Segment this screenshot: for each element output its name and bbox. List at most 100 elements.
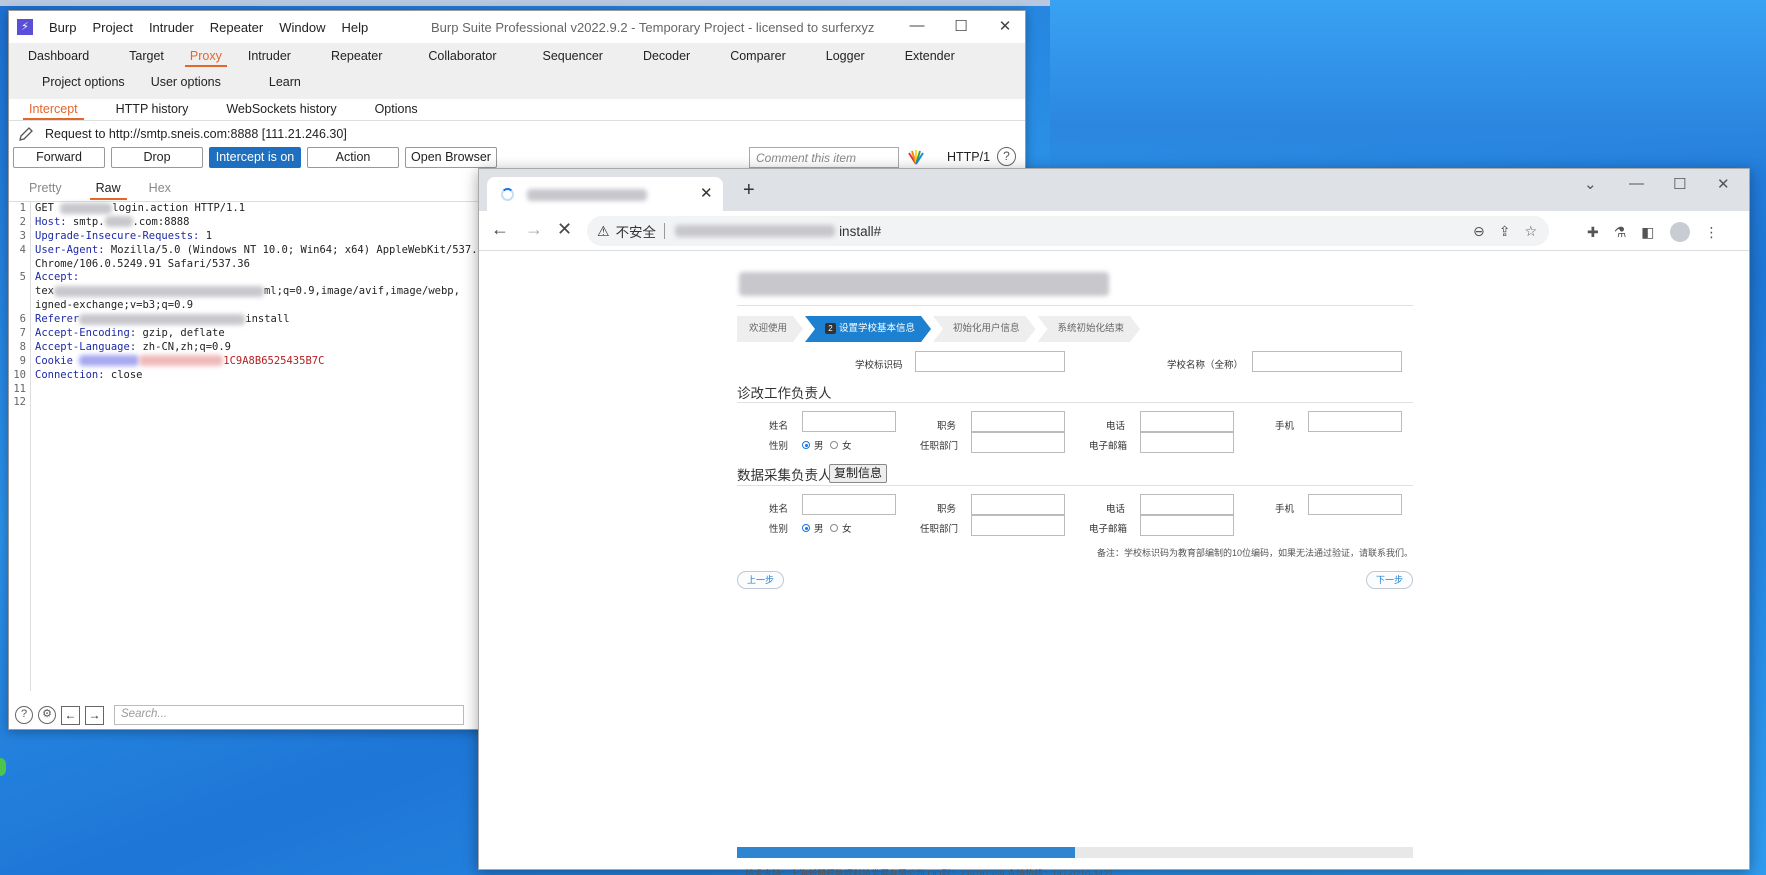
menu-window[interactable]: Window [279, 20, 325, 35]
open-browser-button[interactable]: Open Browser [405, 147, 497, 168]
tab-dashboard[interactable]: Dashboard [15, 45, 102, 71]
line-number: 2 [19, 215, 26, 228]
data-email-input[interactable] [1140, 515, 1234, 536]
lead-mobile-input[interactable] [1308, 411, 1402, 432]
address-bar[interactable]: ⚠ 不安全 install# ⊖ ⇪ ☆ [587, 216, 1549, 246]
lead-phone-input[interactable] [1140, 411, 1234, 432]
search-input[interactable]: Search... [114, 705, 464, 725]
gender-male-radio[interactable]: 男 [802, 438, 824, 452]
minimize-icon[interactable]: — [1629, 175, 1644, 192]
tab-http-history[interactable]: HTTP history [102, 99, 203, 120]
intercept-toggle-button[interactable]: Intercept is on [209, 147, 301, 168]
forward-arrow-icon[interactable]: → [85, 705, 104, 725]
data-department-input[interactable] [971, 515, 1065, 536]
tab-comparer[interactable]: Comparer [717, 45, 799, 71]
side-panel-icon[interactable]: ◧ [1641, 224, 1654, 241]
redacted-cookie [79, 355, 140, 367]
tab-logger[interactable]: Logger [813, 45, 878, 71]
data-mobile-input[interactable] [1308, 494, 1402, 515]
share-icon[interactable]: ⇪ [1499, 223, 1511, 240]
tab-decoder[interactable]: Decoder [630, 45, 703, 71]
data-name-input[interactable] [802, 494, 896, 515]
help-icon[interactable]: ? [15, 706, 33, 724]
tab-intruder[interactable]: Intruder [235, 45, 304, 71]
tab-options[interactable]: Options [361, 99, 432, 120]
maximize-icon[interactable]: ☐ [951, 17, 971, 35]
tab-user-options[interactable]: User options [138, 71, 234, 97]
new-tab-icon[interactable]: + [743, 179, 755, 202]
desktop-edge-icon[interactable] [0, 758, 6, 776]
school-code-input[interactable] [915, 351, 1065, 372]
menu-project[interactable]: Project [92, 20, 132, 35]
security-label[interactable]: 不安全 [616, 221, 657, 241]
tab-target[interactable]: Target [116, 45, 177, 71]
data-phone-input[interactable] [1140, 494, 1234, 515]
drop-button[interactable]: Drop [111, 147, 203, 168]
tab-extender[interactable]: Extender [892, 45, 968, 71]
tab-websockets-history[interactable]: WebSockets history [212, 99, 350, 120]
forward-button[interactable]: Forward [13, 147, 105, 168]
section-data-lead: 数据采集负责人 [737, 468, 832, 483]
email-label: 电子邮箱 [1089, 524, 1128, 535]
back-arrow-icon[interactable]: ← [61, 705, 80, 725]
copy-info-button[interactable]: 复制信息 [829, 464, 888, 483]
menu-help[interactable]: Help [341, 20, 368, 35]
help-icon[interactable]: ? [997, 147, 1016, 166]
menu-burp[interactable]: Burp [49, 20, 76, 35]
zoom-icon[interactable]: ⊖ [1473, 223, 1485, 240]
bookmark-star-icon[interactable]: ☆ [1524, 223, 1537, 240]
lead-email-input[interactable] [1140, 432, 1234, 453]
menu-intruder[interactable]: Intruder [149, 20, 194, 35]
close-icon[interactable]: ✕ [995, 17, 1015, 35]
forward-icon[interactable]: → [525, 219, 543, 240]
maximize-icon[interactable]: ☐ [1673, 175, 1686, 193]
lead-name-input[interactable] [802, 411, 896, 432]
school-name-input[interactable] [1252, 351, 1402, 372]
tab-proxy[interactable]: Proxy [177, 45, 235, 71]
raw-request-text[interactable]: GET login.action HTTP/1.1 Host: smtp. .co… [35, 202, 541, 383]
tab-learn[interactable]: Learn [256, 71, 314, 97]
tab-close-icon[interactable]: ✕ [700, 184, 713, 202]
tab-raw[interactable]: Raw [82, 178, 135, 200]
url-text[interactable]: install# [839, 224, 881, 239]
tab-sequencer[interactable]: Sequencer [529, 45, 615, 71]
tab-repeater[interactable]: Repeater [318, 45, 395, 71]
stop-icon[interactable]: ✕ [557, 219, 572, 240]
labs-flask-icon[interactable]: ⚗ [1614, 224, 1627, 241]
header-value: Mozilla/5.0 (Windows NT 10.0; Win64; x64… [104, 243, 541, 256]
action-button[interactable]: Action [307, 147, 399, 168]
request-editor[interactable]: 1 2 3 4 5 6 7 8 9 10 11 12 GET login.act… [9, 201, 541, 691]
warning-icon[interactable]: ⚠ [597, 223, 610, 240]
highlight-color-icon[interactable] [907, 149, 925, 165]
data-position-input[interactable] [971, 494, 1065, 515]
lead-position-input[interactable] [971, 411, 1065, 432]
lead-department-input[interactable] [971, 432, 1065, 453]
line-number: 12 [13, 396, 26, 409]
minimize-icon[interactable]: — [907, 17, 927, 34]
gear-icon[interactable]: ⚙ [38, 706, 56, 724]
gender-female-radio[interactable]: 女 [830, 438, 852, 452]
pencil-icon[interactable] [17, 125, 35, 143]
prev-step-button[interactable]: 上一步 [737, 571, 785, 589]
tab-pretty[interactable]: Pretty [15, 178, 76, 200]
next-step-button[interactable]: 下一步 [1365, 571, 1413, 589]
browser-tab[interactable]: ✕ [487, 177, 723, 211]
gender-male-radio[interactable]: 男 [802, 521, 824, 535]
back-icon[interactable]: ← [491, 219, 509, 240]
comment-input[interactable]: Comment this item [749, 147, 899, 168]
section-data-lead-header: 数据采集负责人 复制信息 [737, 464, 1413, 484]
tab-hex[interactable]: Hex [135, 178, 185, 200]
female-label: 女 [842, 524, 852, 535]
tab-collaborator[interactable]: Collaborator [415, 45, 509, 71]
tab-search-icon[interactable]: ⌄ [1584, 175, 1597, 193]
gender-female-radio[interactable]: 女 [830, 521, 852, 535]
header-value: smtp. [66, 215, 105, 228]
http-version-label[interactable]: HTTP/1 [947, 150, 990, 164]
tab-project-options[interactable]: Project options [29, 71, 138, 97]
extensions-puzzle-icon[interactable]: ✚ [1587, 224, 1599, 241]
close-icon[interactable]: ✕ [1717, 175, 1730, 193]
profile-avatar[interactable] [1669, 222, 1690, 242]
kebab-menu-icon[interactable]: ⋮ [1705, 224, 1719, 241]
tab-intercept[interactable]: Intercept [15, 99, 92, 120]
menu-repeater[interactable]: Repeater [210, 20, 263, 35]
